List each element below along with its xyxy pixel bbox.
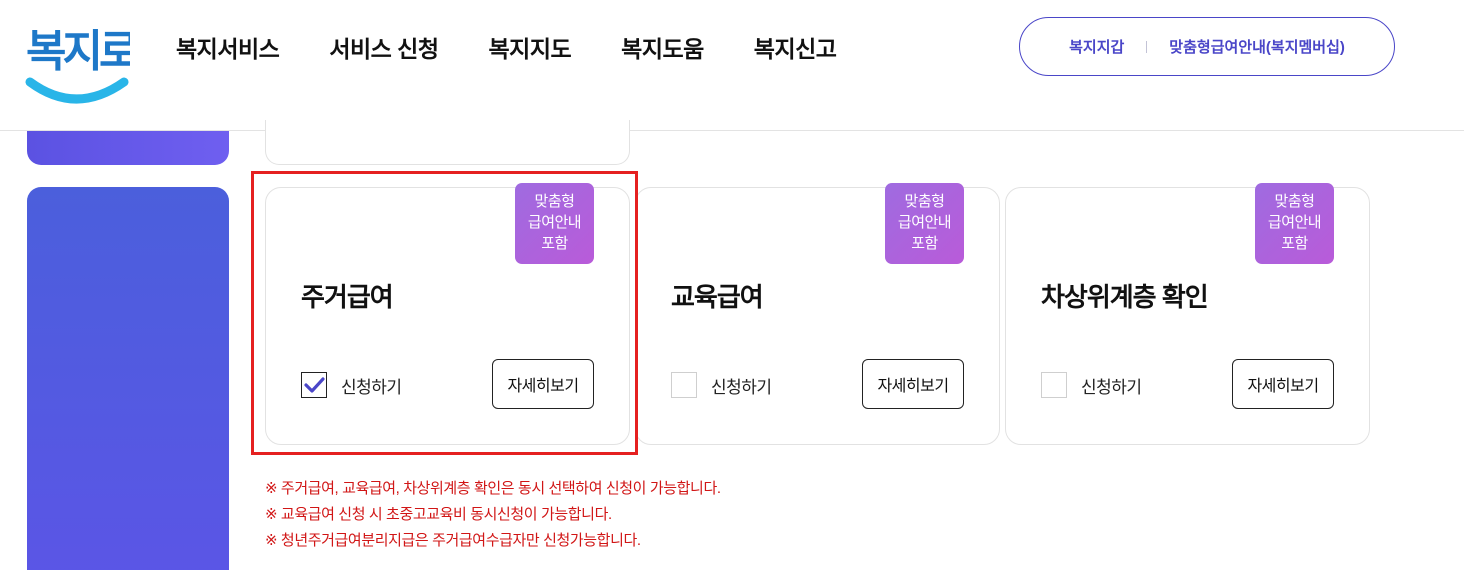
apply-checkbox-label: 신청하기 xyxy=(341,377,402,397)
apply-checkbox-row[interactable]: 신청하기 xyxy=(1041,372,1142,398)
badge-line: 맞춤형 xyxy=(904,193,945,210)
view-details-button[interactable]: 자세히보기 xyxy=(862,359,964,409)
customized-benefit-badge: 맞춤형 급여안내 포함 xyxy=(1255,183,1334,264)
apply-checkbox-label: 신청하기 xyxy=(1081,377,1142,397)
badge-line: 포함 xyxy=(911,235,938,252)
badge-line: 포함 xyxy=(541,235,568,252)
nav-welfare-report[interactable]: 복지신고 xyxy=(754,30,837,64)
card-title: 교육급여 xyxy=(671,282,764,312)
benefit-card-near-poverty: 맞춤형 급여안내 포함 차상위계층 확인 신청하기 자세히보기 xyxy=(1005,183,1370,445)
checkmark-icon xyxy=(304,377,325,393)
welfare-wallet-link[interactable]: 복지지갑 xyxy=(1069,36,1124,57)
quick-links-pill: 복지지갑 맞춤형급여안내(복지멤버십) xyxy=(1019,17,1395,76)
nav-welfare-map[interactable]: 복지지도 xyxy=(489,30,572,64)
apply-checkbox-row[interactable]: 신청하기 xyxy=(301,372,402,398)
notice-item: ※ 청년주거급여분리지급은 주거급여수급자만 신청가능합니다. xyxy=(265,532,641,549)
apply-checkbox[interactable] xyxy=(301,372,327,398)
badge-line: 급여안내 xyxy=(1267,214,1322,231)
apply-checkbox[interactable] xyxy=(1041,372,1067,398)
nav-service-apply[interactable]: 서비스 신청 xyxy=(329,30,439,64)
badge-line: 맞춤형 xyxy=(534,193,575,210)
benefit-card-housing: 맞춤형 급여안내 포함 주거급여 신청하기 자세히보기 xyxy=(265,183,630,445)
badge-line: 포함 xyxy=(1281,235,1308,252)
card-title: 주거급여 xyxy=(301,282,394,312)
apply-checkbox[interactable] xyxy=(671,372,697,398)
customized-benefit-badge: 맞춤형 급여안내 포함 xyxy=(885,183,964,264)
view-details-button[interactable]: 자세히보기 xyxy=(492,359,594,409)
badge-line: 급여안내 xyxy=(897,214,952,231)
benefit-card-education: 맞춤형 급여안내 포함 교육급여 신청하기 자세히보기 xyxy=(635,183,1000,445)
card-title: 차상위계층 확인 xyxy=(1041,282,1209,312)
notice-item: ※ 교육급여 신청 시 초중고교육비 동시신청이 가능합니다. xyxy=(265,506,612,523)
apply-checkbox-row[interactable]: 신청하기 xyxy=(671,372,772,398)
sidebar-block[interactable] xyxy=(27,187,229,570)
notice-item: ※ 주거급여, 교육급여, 차상위계층 확인은 동시 선택하여 신청이 가능합니… xyxy=(265,480,721,497)
main-nav: 복지서비스 서비스 신청 복지지도 복지도움 복지신고 xyxy=(176,30,837,64)
sidebar-block-previous[interactable] xyxy=(27,131,229,165)
previous-card xyxy=(265,120,630,165)
notice-list: ※ 주거급여, 교육급여, 차상위계층 확인은 동시 선택하여 신청이 가능합니… xyxy=(265,476,721,554)
pill-divider xyxy=(1146,40,1148,53)
badge-line: 맞춤형 xyxy=(1274,193,1315,210)
customized-benefit-badge: 맞춤형 급여안내 포함 xyxy=(515,183,594,264)
badge-line: 급여안내 xyxy=(527,214,582,231)
membership-link[interactable]: 맞춤형급여안내(복지멤버십) xyxy=(1169,36,1345,57)
nav-welfare-help[interactable]: 복지도움 xyxy=(621,30,704,64)
view-details-button[interactable]: 자세히보기 xyxy=(1232,359,1334,409)
apply-checkbox-label: 신청하기 xyxy=(711,377,772,397)
site-header: 복지로 복지서비스 서비스 신청 복지지도 복지도움 복지신고 복지지갑 맞춤형… xyxy=(0,0,1464,131)
bokjiro-logo[interactable]: 복지로 xyxy=(24,12,142,108)
svg-text:복지로: 복지로 xyxy=(26,26,130,77)
nav-welfare-service[interactable]: 복지서비스 xyxy=(176,30,280,64)
